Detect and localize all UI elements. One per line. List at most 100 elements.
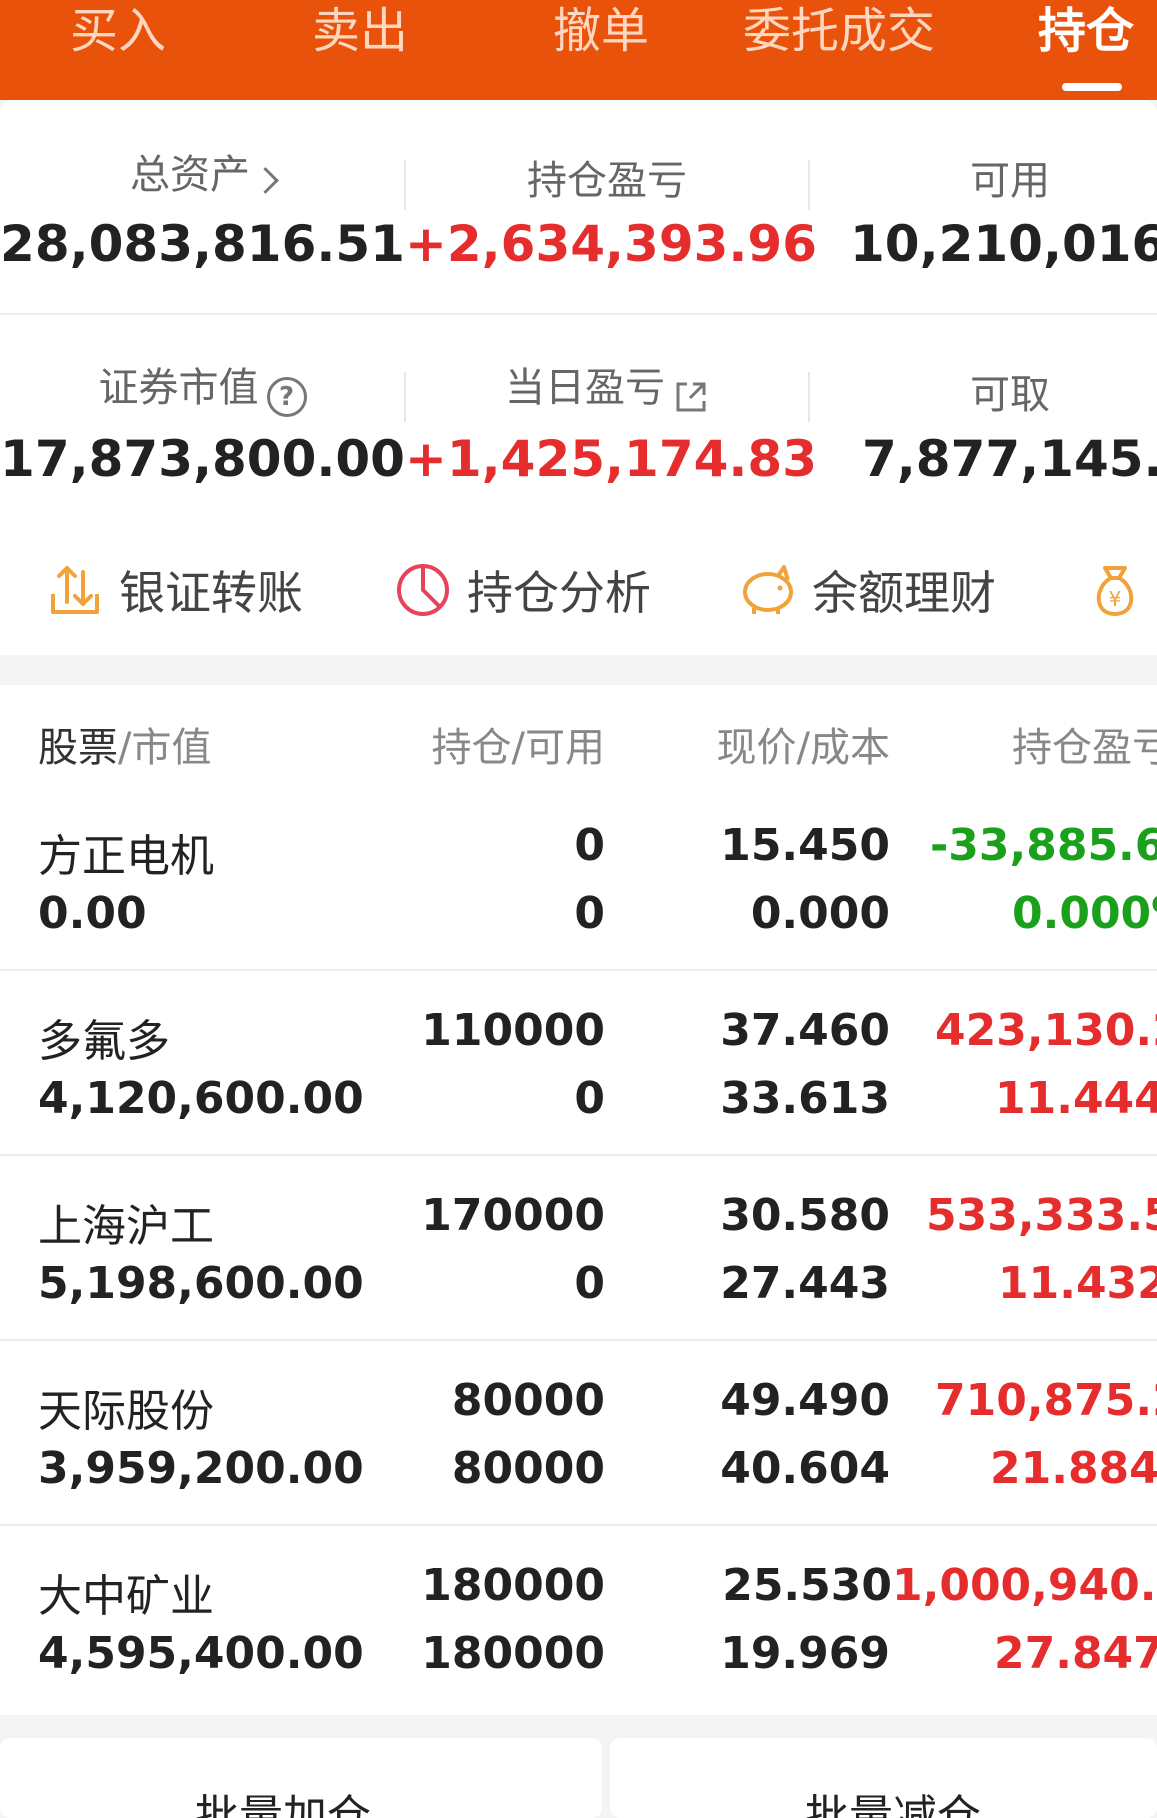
cost-price: 40.604 xyxy=(720,1443,890,1494)
svg-text:¥: ¥ xyxy=(1109,587,1122,611)
market-value-value: 17,873,800.00 xyxy=(0,430,405,488)
total-assets-label: 总资产 xyxy=(130,152,250,198)
header-stock-sub: /市值 xyxy=(118,725,212,771)
balance-wealth-label: 余额理财 xyxy=(812,566,996,620)
divider xyxy=(0,313,1157,315)
pnl-percent: 27.847% xyxy=(994,1628,1157,1679)
position-analysis-button[interactable]: 持仓分析 xyxy=(393,555,651,625)
available-qty: 180000 xyxy=(421,1628,605,1679)
position-qty: 170000 xyxy=(421,1190,605,1241)
current-price: 49.490 xyxy=(720,1375,890,1426)
stock-market-value: 4,595,400.00 xyxy=(38,1628,364,1679)
position-qty: 80000 xyxy=(451,1375,605,1426)
pnl-amount: 710,875.20 xyxy=(935,1375,1157,1426)
stock-name: 多氟多 xyxy=(38,1016,170,1067)
position-qty: 180000 xyxy=(421,1560,605,1611)
piggy-bank-icon xyxy=(743,565,793,614)
pnl-percent: 11.432% xyxy=(998,1258,1157,1309)
total-assets-value: 28,083,816.51 xyxy=(0,215,405,273)
divider xyxy=(0,1524,1157,1526)
tab-positions[interactable]: 持仓 xyxy=(1038,0,1134,62)
divider xyxy=(0,969,1157,971)
cost-price: 33.613 xyxy=(720,1073,890,1124)
external-link-icon xyxy=(676,382,706,411)
tab-buy[interactable]: 买入 xyxy=(70,0,166,62)
header-price[interactable]: 现价/成本 xyxy=(717,715,890,773)
tab-cancel[interactable]: 撤单 xyxy=(553,0,649,62)
batch-reduce-label: 批量减仓 xyxy=(805,1791,981,1818)
table-row[interactable]: 多氟多 4,120,600.00 110000 0 37.460 33.613 … xyxy=(0,975,1157,1160)
table-row[interactable]: 上海沪工 5,198,600.00 170000 0 30.580 27.443… xyxy=(0,1160,1157,1345)
position-qty: 0 xyxy=(574,820,605,871)
divider xyxy=(0,1154,1157,1156)
position-analysis-label: 持仓分析 xyxy=(467,566,651,620)
pnl-amount: 1,000,940.59 xyxy=(892,1560,1157,1611)
stock-name: 上海沪工 xyxy=(38,1201,214,1252)
position-pnl-value: +2,634,393.96 xyxy=(405,215,817,273)
pie-chart-icon xyxy=(397,564,449,616)
pnl-percent: 21.884% xyxy=(990,1443,1157,1494)
table-row[interactable]: 大中矿业 4,595,400.00 180000 180000 25.530 1… xyxy=(0,1530,1157,1715)
pnl-percent: 0.000% xyxy=(1012,888,1157,939)
stock-market-value: 0.00 xyxy=(38,888,147,939)
table-row[interactable]: 天际股份 3,959,200.00 80000 80000 49.490 40.… xyxy=(0,1345,1157,1530)
divider xyxy=(0,1339,1157,1341)
available-label: 可用 xyxy=(970,158,1050,204)
batch-reduce-button[interactable]: 批量减仓 xyxy=(610,1738,1157,1818)
holdings-table: 股票/市值 持仓/可用 现价/成本 持仓盈亏 方正电机 0.00 0 0 15.… xyxy=(0,685,1157,1715)
chevron-right-icon xyxy=(252,167,279,194)
asset-summary-card: 总资产 28,083,816.51 持仓盈亏 +2,634,393.96 可用 … xyxy=(0,100,1157,655)
balance-wealth-button[interactable]: 余额理财 xyxy=(738,555,996,625)
stock-name: 方正电机 xyxy=(38,831,214,882)
available-qty: 0 xyxy=(574,1073,605,1124)
withdrawable-value: 7,877,145.49 xyxy=(862,430,1157,488)
help-icon[interactable]: ? xyxy=(266,376,307,417)
daily-pnl-value: +1,425,174.83 xyxy=(405,430,817,488)
active-tab-indicator xyxy=(1062,83,1122,91)
header-position[interactable]: 持仓/可用 xyxy=(432,715,605,773)
divider xyxy=(808,160,810,210)
money-bag-icon: ¥ xyxy=(1096,566,1134,617)
pnl-percent: 11.444% xyxy=(995,1073,1157,1124)
header-stock-main: 股票 xyxy=(38,725,118,771)
table-row[interactable]: 方正电机 0.00 0 0 15.450 0.000 -33,885.64 0.… xyxy=(0,790,1157,975)
stock-name: 大中矿业 xyxy=(38,1571,214,1622)
top-tab-bar: 买入 卖出 撤单 委托成交 持仓 xyxy=(0,0,1157,100)
total-assets-link[interactable]: 总资产 xyxy=(0,142,405,200)
stock-name: 天际股份 xyxy=(38,1386,214,1437)
header-stock[interactable]: 股票/市值 xyxy=(38,715,211,773)
available-qty: 0 xyxy=(574,888,605,939)
cost-price: 0.000 xyxy=(750,888,890,939)
pnl-amount: 423,130.29 xyxy=(935,1005,1157,1056)
daily-pnl-label: 当日盈亏 xyxy=(505,365,665,411)
current-price: 15.450 xyxy=(720,820,890,871)
bank-transfer-label: 银证转账 xyxy=(119,566,303,620)
stock-market-value: 3,959,200.00 xyxy=(38,1443,364,1494)
available-qty: 80000 xyxy=(451,1443,605,1494)
position-pnl-label: 持仓盈亏 xyxy=(527,158,687,204)
available-qty: 0 xyxy=(574,1258,605,1309)
tab-sell[interactable]: 卖出 xyxy=(312,0,408,62)
market-value-label-group: 证券市值? xyxy=(0,355,405,417)
position-qty: 110000 xyxy=(421,1005,605,1056)
pnl-amount: -33,885.64 xyxy=(930,820,1157,871)
available-value: 10,210,016.51 xyxy=(850,215,1157,273)
current-price: 30.580 xyxy=(720,1190,890,1241)
transfer-icon xyxy=(51,566,99,614)
stock-market-value: 5,198,600.00 xyxy=(38,1258,364,1309)
cost-price: 27.443 xyxy=(720,1258,890,1309)
stock-market-value: 4,120,600.00 xyxy=(38,1073,364,1124)
header-pnl[interactable]: 持仓盈亏 xyxy=(1012,715,1157,773)
pnl-amount: 533,333.52 xyxy=(926,1190,1157,1241)
tab-orders[interactable]: 委托成交 xyxy=(743,0,935,62)
divider xyxy=(808,372,810,422)
market-value-label: 证券市值 xyxy=(98,365,259,411)
cost-price: 19.969 xyxy=(720,1628,890,1679)
batch-add-label: 批量加仓 xyxy=(195,1791,371,1818)
current-price: 25.530 xyxy=(722,1560,892,1611)
daily-pnl-link[interactable]: 当日盈亏 xyxy=(405,355,809,415)
batch-add-button[interactable]: 批量加仓 xyxy=(0,1738,602,1818)
wealth-bag-button[interactable]: ¥ xyxy=(1085,555,1145,625)
current-price: 37.460 xyxy=(720,1005,890,1056)
bank-transfer-button[interactable]: 银证转账 xyxy=(45,555,303,625)
